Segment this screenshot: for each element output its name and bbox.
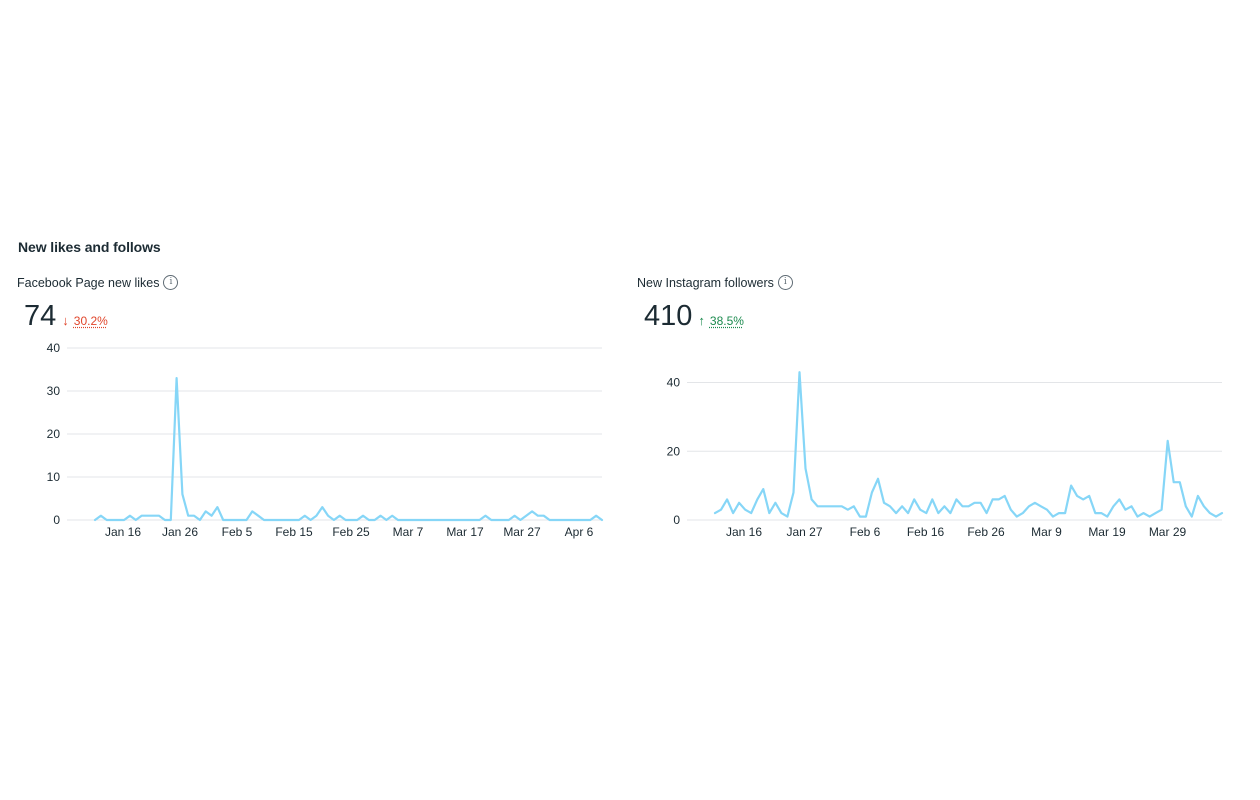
- x-tick-label: Jan 26: [162, 525, 198, 539]
- x-tick-label: Jan 16: [726, 525, 762, 539]
- y-tick-label: 40: [47, 341, 61, 355]
- x-tick-label: Feb 15: [275, 525, 313, 539]
- section-title: New likes and follows: [18, 239, 161, 255]
- y-tick-label: 40: [667, 376, 681, 390]
- y-tick-label: 0: [673, 513, 680, 527]
- x-tick-label: Feb 25: [332, 525, 370, 539]
- x-tick-label: Feb 16: [907, 525, 945, 539]
- y-tick-label: 20: [667, 444, 681, 458]
- x-tick-label: Mar 17: [446, 525, 484, 539]
- x-tick-label: Mar 9: [1031, 525, 1062, 539]
- y-tick-label: 30: [47, 384, 61, 398]
- y-tick-label: 20: [47, 427, 61, 441]
- x-tick-label: Jan 27: [786, 525, 822, 539]
- x-tick-label: Feb 5: [222, 525, 253, 539]
- facebook-likes-chart: 0 10 20 30 40 Jan 16 Jan 26 Feb 5 Feb 15 Feb 25 Ma…: [47, 341, 604, 539]
- x-tick-label: Apr 6: [565, 525, 594, 539]
- x-tick-label: Jan 16: [105, 525, 141, 539]
- y-tick-label: 10: [47, 470, 61, 484]
- facebook-likes-card: Facebook Page new likes i 74 ↓ 30.2% 0 10…: [17, 272, 617, 552]
- x-tick-label: Mar 27: [503, 525, 541, 539]
- x-tick-label: Mar 7: [393, 525, 424, 539]
- x-tick-label: Feb 6: [850, 525, 881, 539]
- x-tick-label: Feb 26: [967, 525, 1005, 539]
- y-tick-label: 0: [53, 513, 60, 527]
- x-tick-label: Mar 19: [1088, 525, 1126, 539]
- x-tick-label: Mar 29: [1149, 525, 1187, 539]
- series-line: [713, 371, 1224, 518]
- instagram-followers-chart: 0 20 40 Jan 16 Jan 27 Feb 6 Feb 16 Feb 26 Mar 9 M…: [667, 371, 1224, 539]
- instagram-followers-card: New Instagram followers i 410 ↑ 38.5% 02…: [637, 272, 1237, 552]
- series-line: [93, 376, 604, 522]
